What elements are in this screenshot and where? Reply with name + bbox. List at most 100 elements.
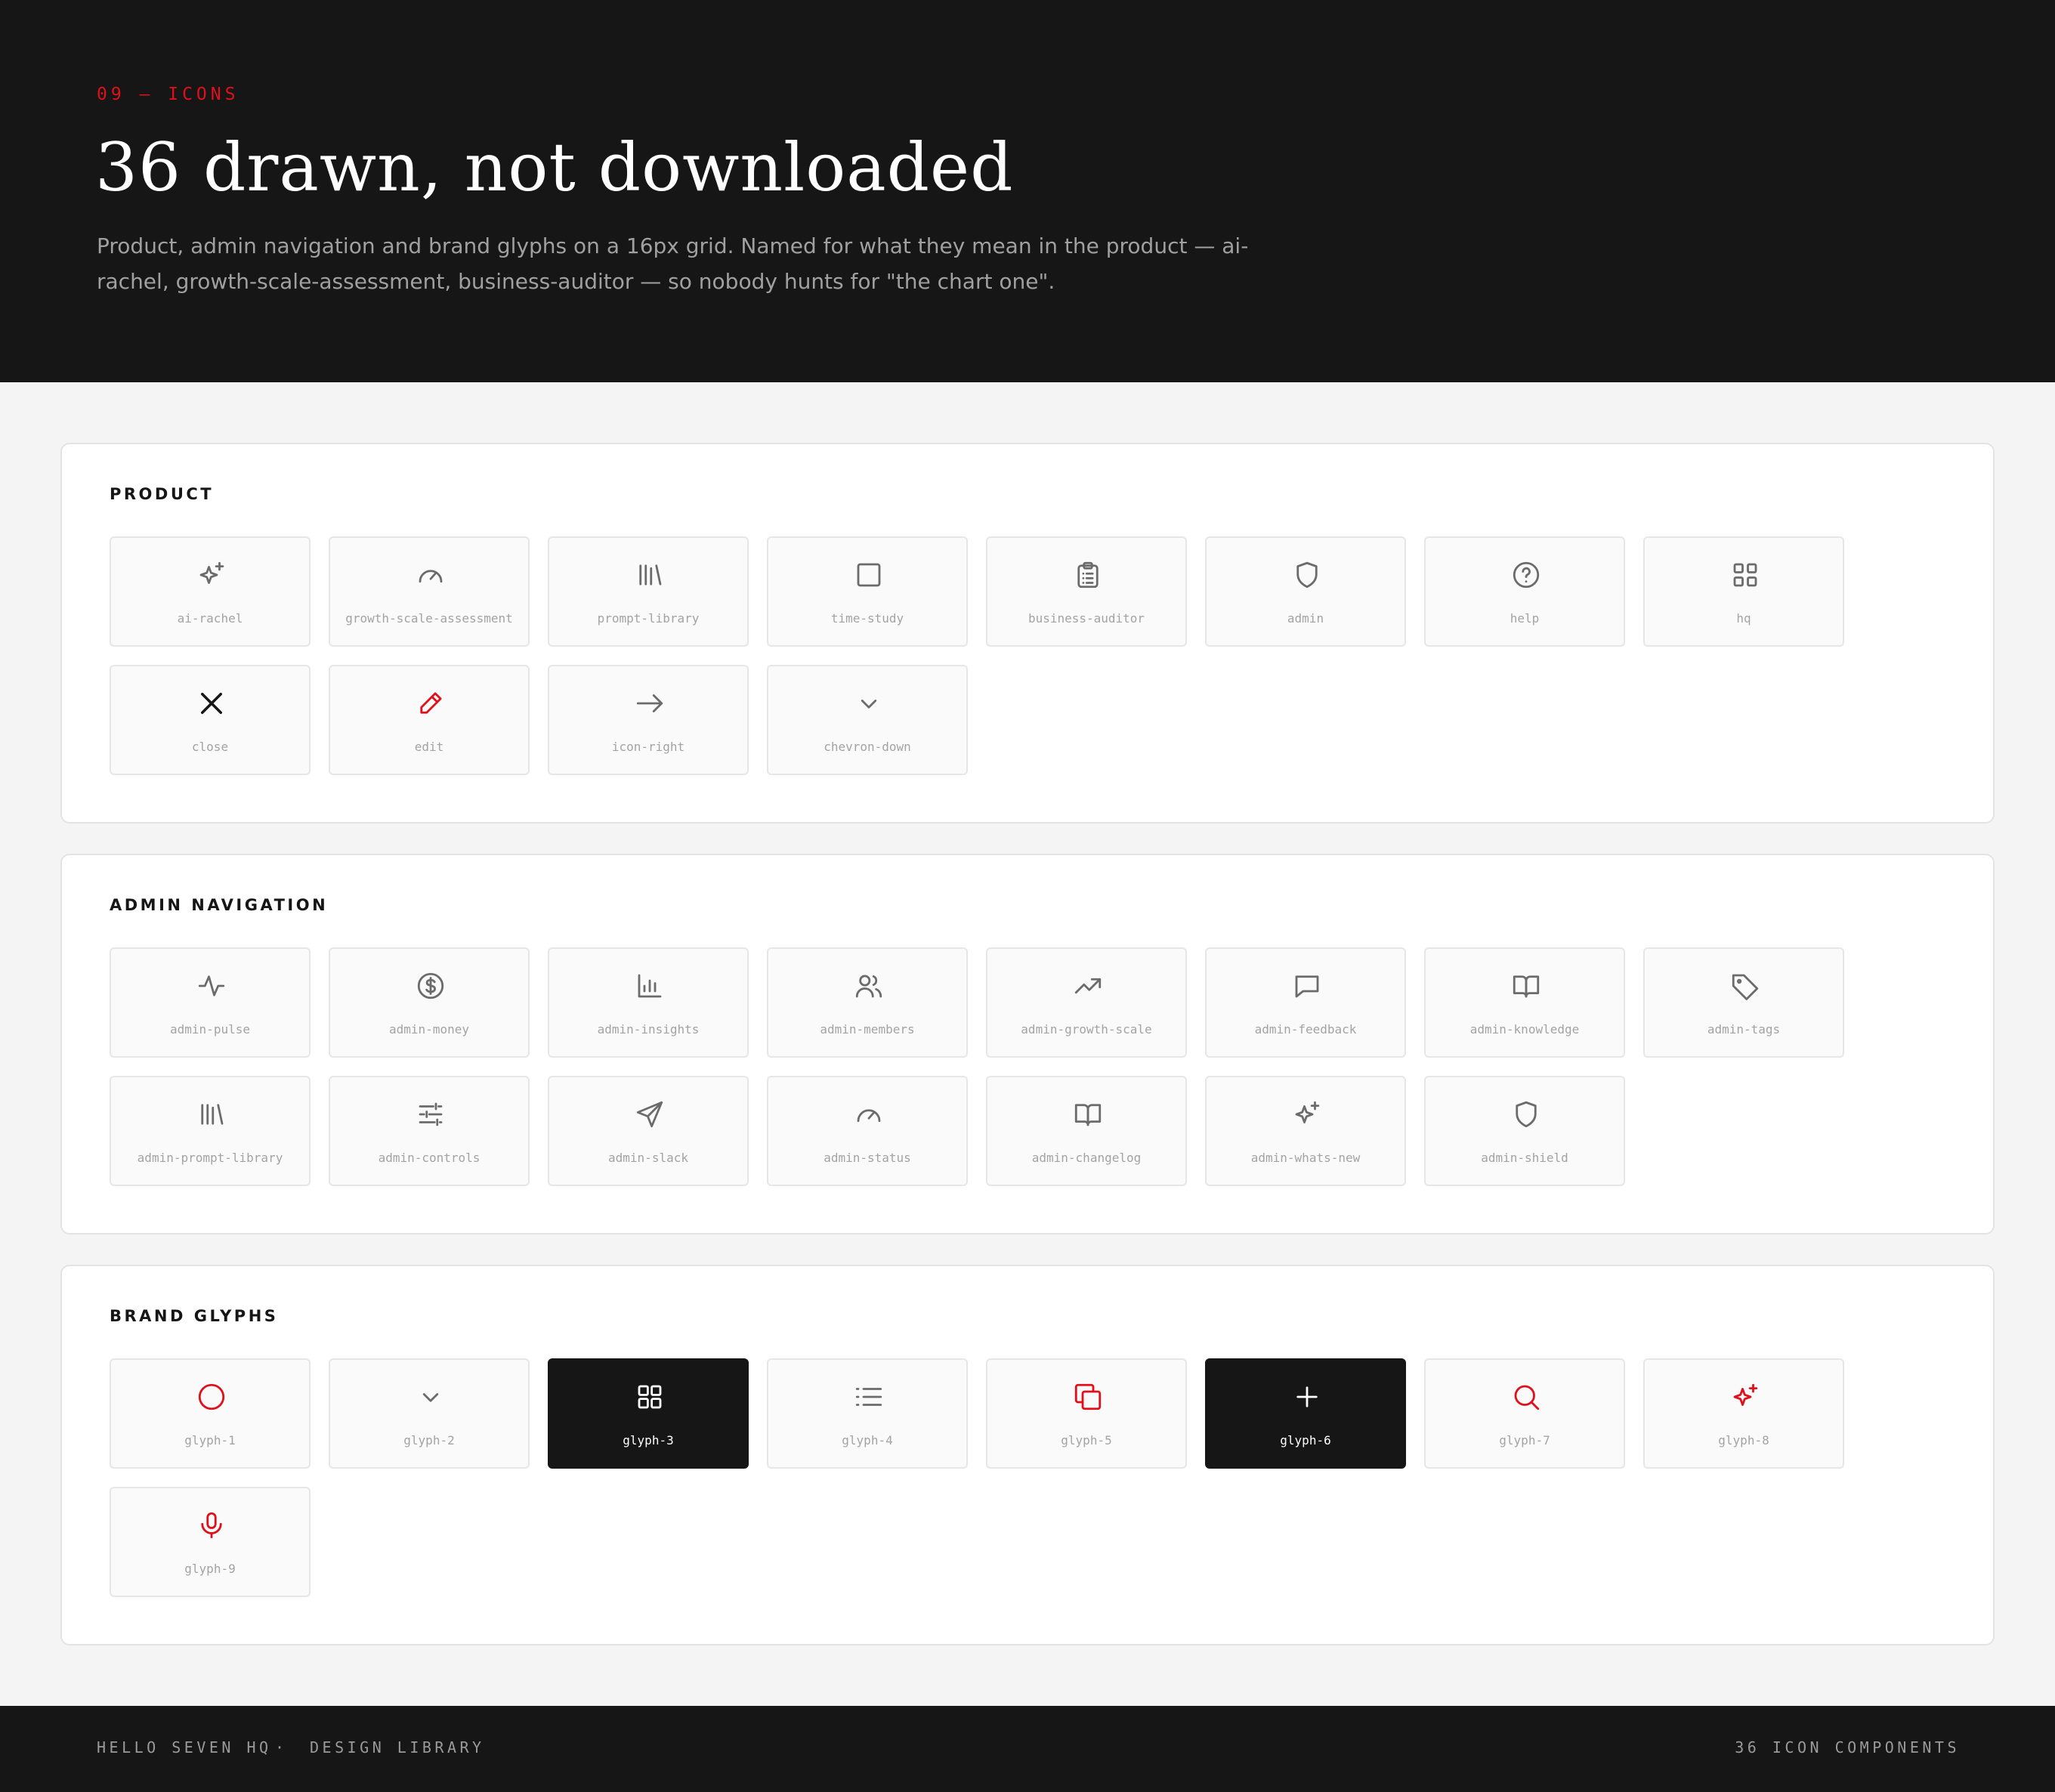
icon-tile-icon-right[interactable]: icon-right — [548, 665, 749, 775]
footer-separator: · — [275, 1738, 288, 1756]
icon-label: prompt-library — [597, 611, 700, 626]
sparkle-icon — [1291, 1098, 1323, 1130]
icon-tile-glyph-6[interactable]: glyph-6 — [1205, 1358, 1406, 1469]
chevron-down-icon — [853, 687, 885, 719]
icon-label: chevron-down — [824, 740, 911, 754]
icon-tile-admin-pulse[interactable]: admin-pulse — [110, 947, 311, 1058]
library-icon — [196, 1098, 227, 1130]
dollar-circle-icon — [415, 970, 447, 1002]
layout-grid-icon — [1729, 559, 1761, 591]
close-icon — [196, 687, 227, 719]
icon-label: glyph-6 — [1280, 1433, 1331, 1448]
icon-tile-admin[interactable]: admin — [1205, 536, 1406, 647]
icon-tile-admin-prompt-library[interactable]: admin-prompt-library — [110, 1076, 311, 1186]
icon-label: glyph-5 — [1061, 1433, 1112, 1448]
icon-tile-admin-status[interactable]: admin-status — [767, 1076, 968, 1186]
icon-tile-help[interactable]: help — [1424, 536, 1625, 647]
icon-label: admin-members — [820, 1022, 915, 1037]
icon-tile-admin-controls[interactable]: admin-controls — [329, 1076, 530, 1186]
icon-label: admin-controls — [378, 1151, 481, 1165]
icon-tile-admin-feedback[interactable]: admin-feedback — [1205, 947, 1406, 1058]
icon-tile-admin-growth-scale[interactable]: admin-growth-scale — [986, 947, 1187, 1058]
circle-icon — [196, 1381, 227, 1413]
icon-tile-glyph-9[interactable]: glyph-9 — [110, 1487, 311, 1597]
section-eyebrow: 09 — ICONS — [97, 85, 239, 104]
icon-tile-chevron-down[interactable]: chevron-down — [767, 665, 968, 775]
icon-label: glyph-3 — [623, 1433, 674, 1448]
shield-icon — [1291, 559, 1323, 591]
icon-tile-admin-tags[interactable]: admin-tags — [1643, 947, 1844, 1058]
book-open-icon — [1510, 970, 1542, 1002]
icon-tile-edit[interactable]: edit — [329, 665, 530, 775]
sparkle-icon — [196, 559, 227, 591]
icon-tile-hq[interactable]: hq — [1643, 536, 1844, 647]
users-icon — [853, 970, 885, 1002]
icon-tile-glyph-3[interactable]: glyph-3 — [548, 1358, 749, 1469]
icon-tile-time-study[interactable]: time-study — [767, 536, 968, 647]
icon-tile-admin-members[interactable]: admin-members — [767, 947, 968, 1058]
list-icon — [853, 1381, 885, 1413]
icon-tile-prompt-library[interactable]: prompt-library — [548, 536, 749, 647]
icon-label: ai-rachel — [177, 611, 243, 626]
icon-tile-admin-changelog[interactable]: admin-changelog — [986, 1076, 1187, 1186]
icon-label: glyph-9 — [184, 1562, 236, 1576]
help-circle-icon — [1510, 559, 1542, 591]
page-description: Product, admin navigation and brand glyp… — [97, 233, 1249, 294]
icon-tile-business-auditor[interactable]: business-auditor — [986, 536, 1187, 647]
book-open-icon — [1072, 1098, 1104, 1130]
grid-icon — [634, 1381, 666, 1413]
footer-brand: HELLO SEVEN HQ — [97, 1738, 272, 1756]
icon-label: admin-whats-new — [1250, 1151, 1361, 1165]
icon-tile-close[interactable]: close — [110, 665, 311, 775]
icon-label: admin-insights — [597, 1022, 700, 1037]
section-label-admin-navigation: ADMIN NAVIGATION — [110, 896, 329, 914]
icon-tile-admin-insights[interactable]: admin-insights — [548, 947, 749, 1058]
icon-label: admin-feedback — [1254, 1022, 1357, 1037]
icon-label: admin-changelog — [1031, 1151, 1142, 1165]
mic-icon — [196, 1509, 227, 1541]
icon-tile-admin-slack[interactable]: admin-slack — [548, 1076, 749, 1186]
clipboard-icon — [1072, 559, 1104, 591]
icon-label: admin-slack — [608, 1151, 688, 1165]
brand-glyphs-section-card: BRAND GLYPHS glyph-1 glyph-2 glyph-3 glyph-… — [60, 1265, 1995, 1645]
icon-tile-admin-knowledge[interactable]: admin-knowledge — [1424, 947, 1625, 1058]
copy-icon — [1072, 1381, 1104, 1413]
square-icon — [853, 559, 885, 591]
icon-tile-glyph-8[interactable]: glyph-8 — [1643, 1358, 1844, 1469]
trending-up-icon — [1072, 970, 1104, 1002]
icon-label: hq — [1736, 611, 1751, 626]
icon-tile-glyph-7[interactable]: glyph-7 — [1424, 1358, 1625, 1469]
icon-label: time-study — [830, 611, 904, 626]
message-square-icon — [1291, 970, 1323, 1002]
icon-tile-growth-scale-assessment[interactable]: growth-scale-assessment — [329, 536, 530, 647]
icon-tile-glyph-2[interactable]: glyph-2 — [329, 1358, 530, 1469]
product-section-card: PRODUCT ai-rachel growth-scale-assessment… — [60, 443, 1995, 823]
icon-tile-glyph-1[interactable]: glyph-1 — [110, 1358, 311, 1469]
pulse-icon — [196, 970, 227, 1002]
icon-label: admin — [1287, 611, 1324, 626]
icon-tile-admin-shield[interactable]: admin-shield — [1424, 1076, 1625, 1186]
sparkle-icon — [1729, 1381, 1761, 1413]
icon-label: admin-shield — [1481, 1151, 1568, 1165]
sliders-icon — [415, 1098, 447, 1130]
chevron-down-icon — [415, 1381, 447, 1413]
icon-label: glyph-8 — [1718, 1433, 1769, 1448]
gauge-icon — [415, 559, 447, 591]
icon-tile-admin-money[interactable]: admin-money — [329, 947, 530, 1058]
icon-tile-glyph-5[interactable]: glyph-5 — [986, 1358, 1187, 1469]
shield-icon — [1510, 1098, 1542, 1130]
icon-label: close — [191, 740, 229, 754]
footer-library: DESIGN LIBRARY — [310, 1738, 485, 1756]
icon-tile-admin-whats-new[interactable]: admin-whats-new — [1205, 1076, 1406, 1186]
icon-label: edit — [414, 740, 444, 754]
pencil-icon — [415, 687, 447, 719]
section-label-product: PRODUCT — [110, 485, 215, 503]
admin-navigation-section-card: ADMIN NAVIGATION admin-pulse admin-money a… — [60, 854, 1995, 1234]
icon-label: admin-status — [824, 1151, 911, 1165]
icon-tile-glyph-4[interactable]: glyph-4 — [767, 1358, 968, 1469]
gauge-icon — [853, 1098, 885, 1130]
icon-label: admin-prompt-library — [137, 1151, 283, 1165]
page-footer: HELLO SEVEN HQ · DESIGN LIBRARY 36 ICON … — [0, 1706, 2055, 1792]
icon-tile-ai-rachel[interactable]: ai-rachel — [110, 536, 311, 647]
bar-chart-icon — [634, 970, 666, 1002]
